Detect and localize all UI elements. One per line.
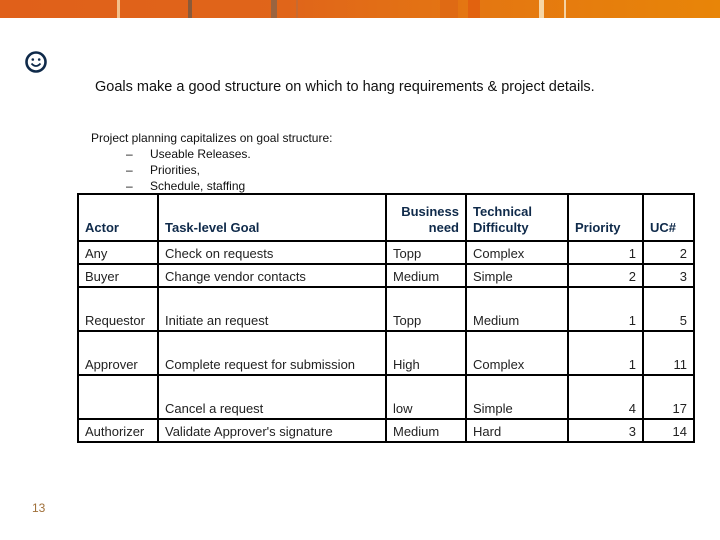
cell-goal: Change vendor contacts	[157, 263, 387, 288]
header-band-stripe	[188, 0, 192, 18]
header-technical-difficulty: Technical Difficulty	[465, 193, 569, 242]
header-band-stripe	[440, 0, 458, 18]
planning-intro: Project planning capitalizes on goal str…	[91, 131, 333, 145]
cell-actor: Buyer	[77, 263, 159, 288]
cell-actor	[77, 374, 159, 420]
cell-actor: Authorizer	[77, 418, 159, 443]
header-band-stripe	[296, 0, 298, 18]
cell-uc: 11	[642, 330, 695, 376]
cell-uc: 5	[642, 286, 695, 332]
cell-uc: 14	[642, 418, 695, 443]
cell-need: Topp	[385, 286, 467, 332]
cell-actor: Any	[77, 240, 159, 265]
goals-table: Actor Task-level Goal Business need Tech…	[77, 193, 695, 443]
bullet-text: Priorities,	[150, 163, 201, 177]
cell-need: Medium	[385, 263, 467, 288]
cell-actor: Requestor	[77, 286, 159, 332]
cell-goal: Check on requests	[157, 240, 387, 265]
table-row: Approver Complete request for submission…	[77, 330, 695, 376]
cell-need: low	[385, 374, 467, 420]
header-band-stripe	[117, 0, 120, 18]
cell-actor: Approver	[77, 330, 159, 376]
cell-uc: 2	[642, 240, 695, 265]
bullet-text: Schedule, staffing	[150, 179, 246, 193]
cell-goal: Validate Approver's signature	[157, 418, 387, 443]
cell-difficulty: Complex	[465, 330, 569, 376]
header-task-goal: Task-level Goal	[157, 193, 387, 242]
header-band-stripe	[564, 0, 566, 18]
cell-difficulty: Medium	[465, 286, 569, 332]
cell-priority: 1	[567, 240, 644, 265]
bullet-dash: –	[126, 179, 133, 193]
cell-uc: 17	[642, 374, 695, 420]
bullet-dash: –	[126, 163, 133, 177]
header-band-stripe	[468, 0, 480, 18]
smiley-face-icon	[25, 51, 47, 73]
page-number: 13	[32, 501, 46, 515]
cell-difficulty: Simple	[465, 374, 569, 420]
header-priority: Priority	[567, 193, 644, 242]
table-row: Requestor Initiate an request Topp Mediu…	[77, 286, 695, 332]
cell-goal: Cancel a request	[157, 374, 387, 420]
planning-bullet: – Priorities,	[91, 162, 332, 178]
cell-need: Topp	[385, 240, 467, 265]
table-row: Cancel a request low Simple 4 17	[77, 374, 695, 420]
header-band	[0, 0, 720, 18]
header-business-need: Business need	[385, 193, 467, 242]
cell-goal: Complete request for submission	[157, 330, 387, 376]
cell-goal: Initiate an request	[157, 286, 387, 332]
cell-priority: 2	[567, 263, 644, 288]
header-band-stripe	[271, 0, 277, 18]
bullet-text: Useable Releases.	[150, 147, 251, 161]
header-band-stripe	[539, 0, 544, 18]
cell-difficulty: Simple	[465, 263, 569, 288]
cell-priority: 1	[567, 330, 644, 376]
bullet-dash: –	[126, 147, 133, 161]
planning-bullet: – Schedule, staffing	[91, 178, 332, 194]
header-actor: Actor	[77, 193, 159, 242]
table-header-row: Actor Task-level Goal Business need Tech…	[77, 193, 695, 242]
cell-difficulty: Complex	[465, 240, 569, 265]
table-row: Authorizer Validate Approver's signature…	[77, 418, 695, 443]
planning-list: Project planning capitalizes on goal str…	[91, 130, 332, 194]
cell-need: Medium	[385, 418, 467, 443]
cell-priority: 1	[567, 286, 644, 332]
cell-priority: 3	[567, 418, 644, 443]
cell-difficulty: Hard	[465, 418, 569, 443]
table-row: Any Check on requests Topp Complex 1 2	[77, 240, 695, 265]
cell-priority: 4	[567, 374, 644, 420]
cell-need: High	[385, 330, 467, 376]
slide-headline: Goals make a good structure on which to …	[95, 79, 595, 95]
planning-bullet: – Useable Releases.	[91, 146, 332, 162]
header-uc-number: UC#	[642, 193, 695, 242]
table-row: Buyer Change vendor contacts Medium Simp…	[77, 263, 695, 288]
cell-uc: 3	[642, 263, 695, 288]
